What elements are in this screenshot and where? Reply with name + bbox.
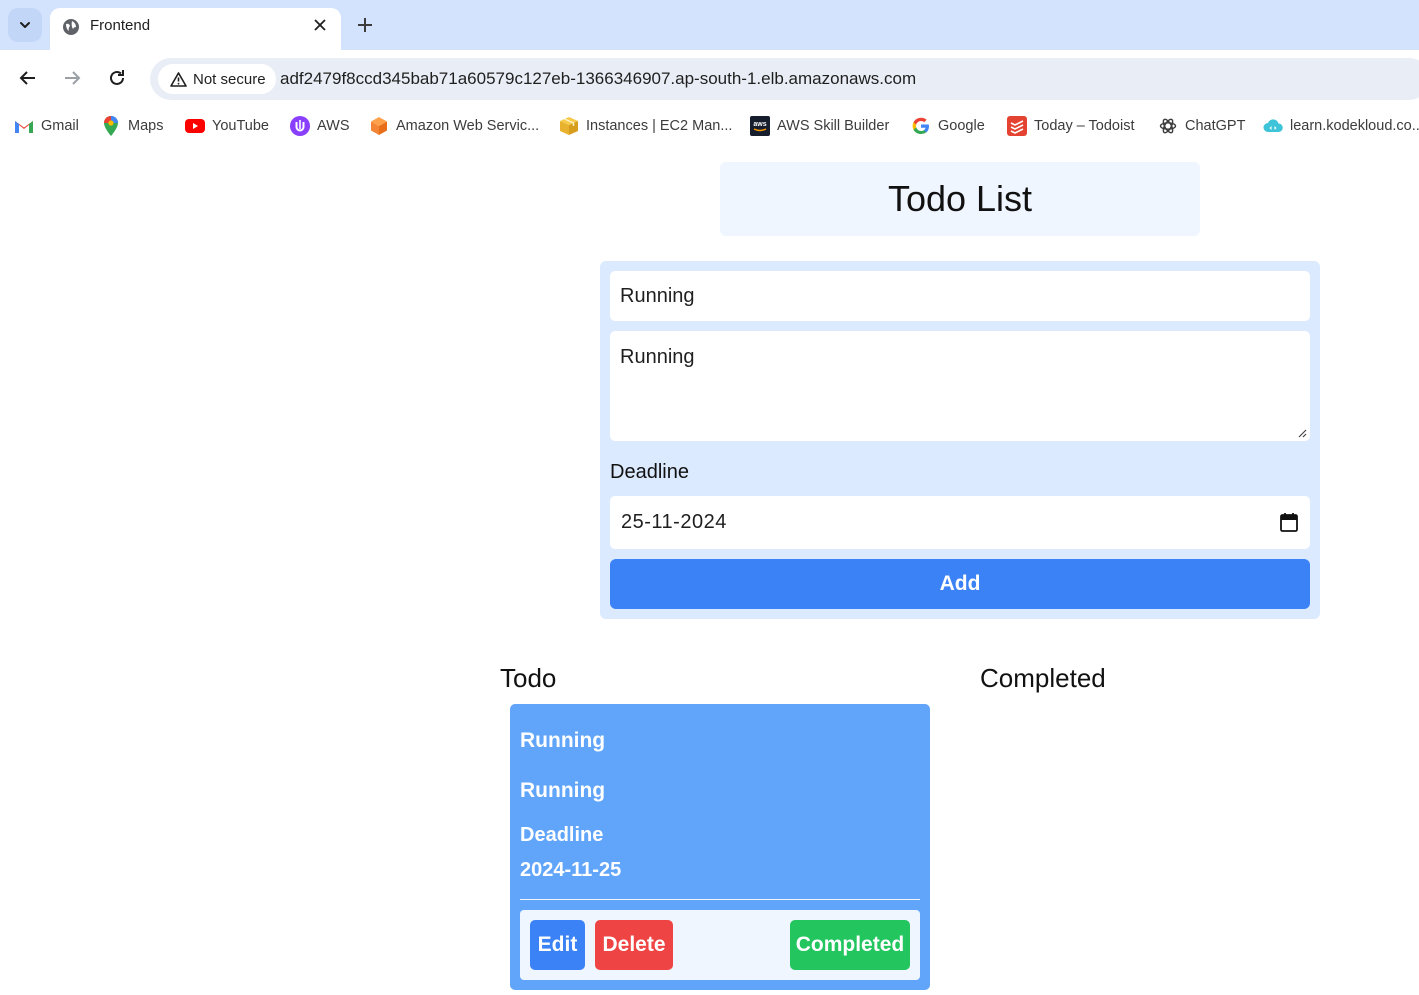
bookmark-label: Instances | EC2 Man...	[586, 118, 733, 134]
bookmark-maps[interactable]: Maps	[101, 115, 163, 137]
mark-completed-button[interactable]: Completed	[790, 920, 910, 970]
deadline-date-value: 25-11-2024	[621, 511, 727, 533]
forward-button[interactable]	[57, 63, 87, 93]
bookmark-aws-skill-builder[interactable]: aws AWS Skill Builder	[750, 115, 889, 137]
youtube-icon	[185, 116, 205, 136]
chatgpt-icon	[1158, 116, 1178, 136]
aws-skill-builder-icon: aws	[750, 116, 770, 136]
bookmark-youtube[interactable]: YouTube	[185, 115, 269, 137]
plus-icon	[358, 18, 372, 32]
todo-actions: Edit Delete Completed	[520, 910, 920, 980]
delete-button[interactable]: Delete	[595, 920, 673, 970]
bookmark-label: Google	[938, 118, 985, 134]
bookmark-google[interactable]: Google	[911, 115, 985, 137]
close-icon	[314, 19, 326, 31]
browser-tab-active[interactable]: Frontend	[50, 8, 341, 50]
warning-icon	[170, 71, 187, 87]
tab-search-button[interactable]	[8, 8, 42, 42]
forward-arrow-icon	[65, 71, 81, 85]
description-textarea[interactable]: Running	[610, 331, 1310, 441]
address-bar[interactable]: Not secure adf2479f8ccd345bab71a60579c12…	[150, 58, 1419, 100]
add-button[interactable]: Add	[610, 559, 1310, 609]
todo-column-heading: Todo	[500, 663, 557, 693]
title-input[interactable]: Running	[610, 271, 1310, 321]
bookmark-todoist[interactable]: Today – Todoist	[1007, 115, 1135, 137]
card-divider	[520, 899, 920, 900]
bookmark-label: AWS	[317, 118, 350, 134]
bookmark-label: Amazon Web Servic...	[396, 118, 540, 134]
maps-icon	[101, 116, 121, 136]
description-text: Running	[620, 346, 695, 368]
bookmark-aws[interactable]: AWS	[290, 115, 350, 137]
security-chip[interactable]: Not secure	[158, 64, 276, 94]
bookmark-label: learn.kodekloud.co...	[1290, 118, 1419, 134]
svg-text:aws: aws	[753, 121, 766, 128]
kodekloud-icon	[1263, 116, 1283, 136]
reload-icon	[110, 70, 124, 85]
security-label: Not secure	[193, 70, 266, 88]
todo-deadline-label: Deadline	[520, 824, 604, 846]
chevron-down-icon	[20, 22, 30, 28]
resize-grip-icon[interactable]	[1297, 428, 1307, 438]
bookmark-amazon-web-services[interactable]: Amazon Web Servic...	[369, 115, 539, 137]
aws-icon	[290, 116, 310, 136]
todoist-icon	[1007, 116, 1027, 136]
page-title: Todo List	[887, 178, 1033, 219]
browser-toolbar: Not secure adf2479f8ccd345bab71a60579c12…	[0, 50, 1419, 106]
bookmark-chatgpt[interactable]: ChatGPT	[1158, 115, 1245, 137]
todo-deadline-date: 2024-11-25	[520, 859, 622, 881]
todo-title: Running	[520, 729, 606, 752]
completed-column-heading: Completed	[980, 663, 1106, 693]
new-tab-button[interactable]	[352, 12, 378, 38]
ec2-box-icon	[559, 116, 579, 136]
calendar-icon[interactable]	[1280, 512, 1298, 532]
google-icon	[911, 116, 931, 136]
bookmark-label: Gmail	[41, 118, 79, 134]
browser-tabstrip: Frontend	[0, 0, 1419, 50]
tab-title: Frontend	[90, 17, 151, 34]
globe-icon	[63, 19, 79, 35]
bookmark-gmail[interactable]: Gmail	[14, 115, 79, 137]
bookmark-kodekloud[interactable]: learn.kodekloud.co...	[1263, 115, 1419, 137]
bookmark-label: ChatGPT	[1185, 118, 1246, 134]
bookmark-label: Today – Todoist	[1034, 118, 1135, 134]
todo-card: Running Running Deadline 2024-11-25 Edit…	[510, 704, 930, 990]
deadline-label: Deadline	[610, 461, 689, 483]
url-text[interactable]: adf2479f8ccd345bab71a60579c127eb-1366346…	[280, 69, 916, 89]
todo-form: Running Running Deadline 25-11-2024 Add	[600, 261, 1320, 619]
bookmark-label: YouTube	[212, 118, 269, 134]
bookmark-label: Maps	[128, 118, 164, 134]
deadline-date-input[interactable]: 25-11-2024	[610, 496, 1310, 549]
todo-description: Running	[520, 779, 606, 802]
close-tab-button[interactable]	[311, 16, 329, 34]
bookmarks-bar: Gmail Maps YouTube AWS Amazon Web Servic…	[0, 106, 1419, 146]
edit-button[interactable]: Edit	[530, 920, 585, 970]
reload-button[interactable]	[102, 63, 132, 93]
bookmark-label: AWS Skill Builder	[777, 118, 890, 134]
app-header: Todo List	[720, 162, 1200, 236]
gmail-icon	[14, 116, 34, 136]
aws-cube-icon	[369, 116, 389, 136]
back-arrow-icon	[19, 71, 35, 85]
back-button[interactable]	[13, 63, 43, 93]
bookmark-ec2-instances[interactable]: Instances | EC2 Man...	[559, 115, 732, 137]
